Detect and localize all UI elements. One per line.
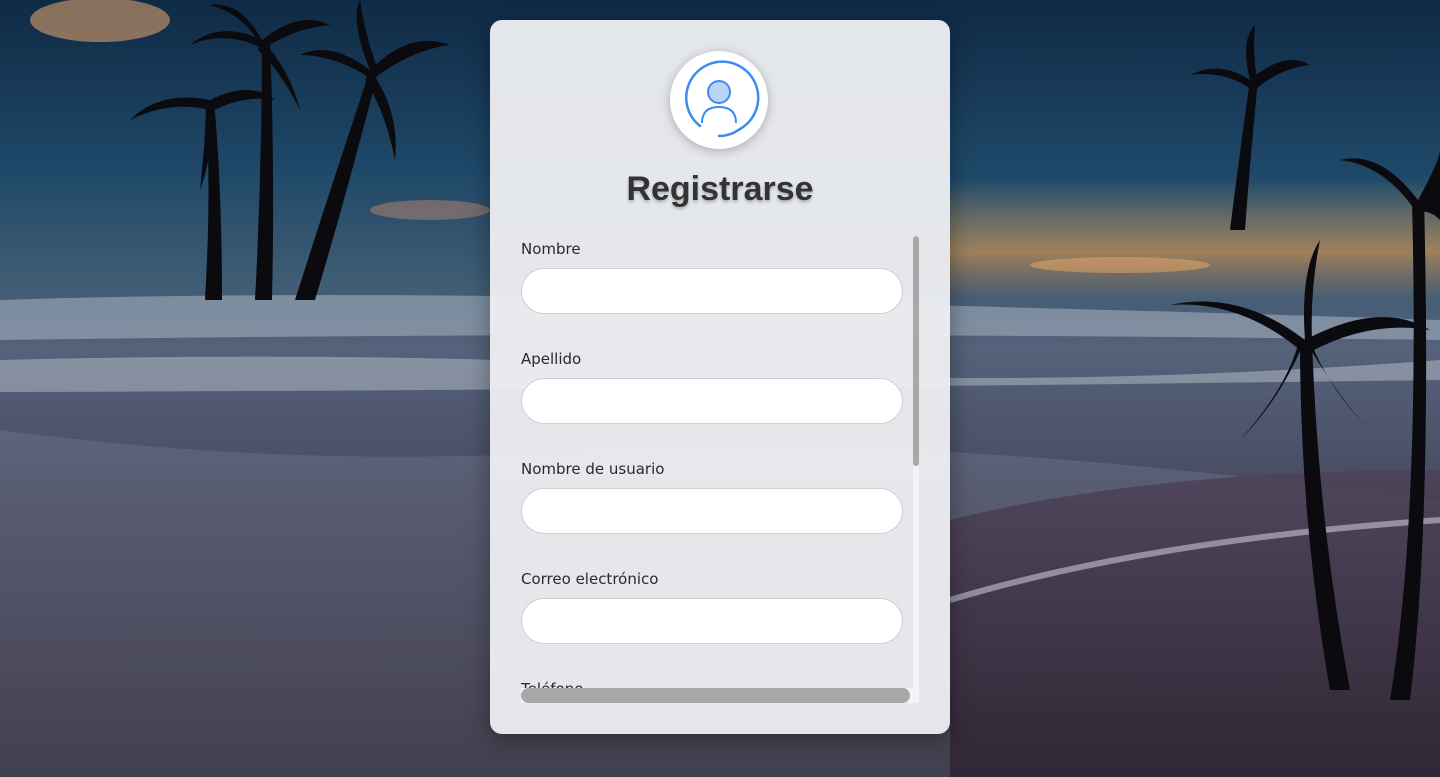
apellido-label: Apellido (521, 350, 582, 368)
user-circle-icon (685, 60, 760, 138)
field-nombre: Nombre (521, 239, 903, 314)
username-input[interactable] (521, 488, 903, 534)
email-label: Correo electrónico (521, 570, 659, 588)
nombre-label: Nombre (521, 240, 581, 258)
field-email: Correo electrónico (521, 569, 903, 644)
registration-form: Nombre Apellido Nombre de usuario Correo… (521, 236, 906, 691)
vertical-scrollbar-thumb[interactable] (913, 236, 919, 466)
field-username: Nombre de usuario (521, 459, 903, 534)
nombre-input[interactable] (521, 268, 903, 314)
field-apellido: Apellido (521, 349, 903, 424)
username-label: Nombre de usuario (521, 460, 665, 478)
page-title: Registrarse (626, 170, 814, 208)
horizontal-scrollbar-thumb[interactable] (521, 688, 910, 703)
horizontal-scrollbar[interactable] (521, 688, 919, 703)
vertical-scrollbar[interactable] (913, 236, 919, 703)
registration-card: Registrarse Nombre Apellido Nombre de us… (490, 20, 950, 734)
apellido-input[interactable] (521, 378, 903, 424)
email-input[interactable] (521, 598, 903, 644)
avatar (670, 51, 768, 149)
